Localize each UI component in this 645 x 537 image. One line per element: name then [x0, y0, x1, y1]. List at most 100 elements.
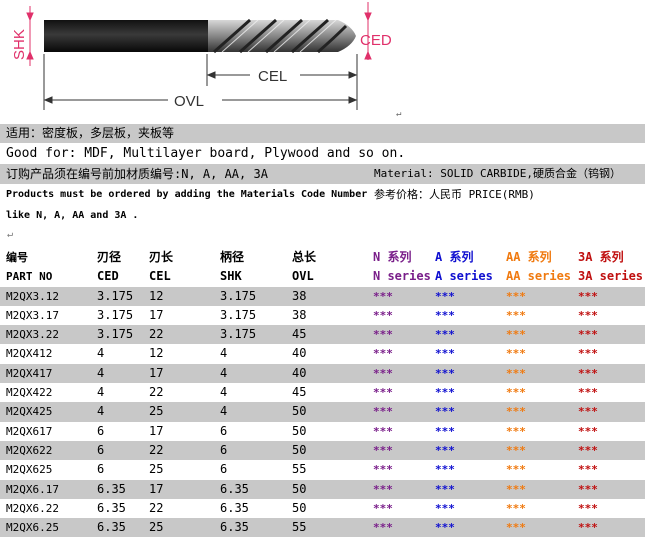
price-stars: *** — [373, 424, 393, 438]
spec-cell: 40 — [292, 365, 307, 380]
price-stars: *** — [506, 328, 526, 342]
svg-text:↵: ↵ — [396, 109, 401, 119]
spec-cell: 17 — [149, 481, 164, 496]
price-stars: *** — [373, 347, 393, 361]
spec-cell: 17 — [149, 365, 164, 380]
table-row: M2QX422 4 22 4 45 *** *** *** *** — [0, 383, 645, 402]
table-row: M2QX622 6 22 6 50 *** *** *** *** — [0, 440, 645, 461]
order-en-row-1: Products must be ordered by adding the M… — [0, 186, 645, 206]
order-cn: 订购产品须在编号前加材质编号:N, A, AA, 3A — [6, 167, 268, 181]
price-stars: *** — [578, 347, 598, 361]
spec-cell: 4 — [220, 404, 228, 419]
spec-cell: 4 — [97, 385, 105, 400]
price-stars: *** — [435, 482, 455, 496]
part-no-cell: M2QX622 — [6, 443, 53, 457]
spec-cell: 3.175 — [220, 307, 257, 322]
spec-cell: 4 — [97, 346, 105, 361]
price-stars: *** — [506, 482, 526, 496]
shk-label: SHK — [11, 29, 28, 60]
col-header: 编号 — [6, 251, 28, 264]
price-stars: *** — [373, 328, 393, 342]
spec-cell: 4 — [97, 365, 105, 380]
col-header: CEL — [149, 269, 171, 284]
table-row: M2QX617 6 17 6 50 *** *** *** *** — [0, 422, 645, 441]
part-no-cell: M2QX425 — [6, 405, 53, 419]
price-stars: *** — [435, 424, 455, 438]
table-row: M2QX6.17 6.35 17 6.35 50 *** *** *** *** — [0, 479, 645, 499]
col-header: N 系列 — [373, 250, 412, 264]
spec-cell: 55 — [292, 462, 307, 477]
col-header: 3A 系列 — [578, 250, 624, 264]
order-en-row-2: like N, A, AA and 3A . — [0, 206, 645, 226]
price-stars: *** — [578, 424, 598, 438]
spec-cell: 3.175 — [97, 307, 134, 322]
price-stars: *** — [578, 443, 598, 457]
price-stars: *** — [435, 347, 455, 361]
ovl-label: OVL — [174, 93, 204, 110]
table-header-cn: 编号 刃径 刃长 柄径 总长 N 系列 A 系列 AA 系列 3A 系列 — [0, 248, 645, 267]
table-row: M2QX3.22 3.175 22 3.175 45 *** *** *** *** — [0, 325, 645, 345]
part-no-cell: M2QX6.25 — [6, 521, 59, 535]
part-no-cell: M2QX412 — [6, 347, 53, 361]
usage-cn: 适用：密度板，多层板，夹板等 — [6, 126, 175, 140]
spec-cell: 55 — [292, 520, 307, 535]
ced-dimension — [364, 2, 372, 60]
spec-cell: 45 — [292, 327, 307, 342]
spec-cell: 4 — [220, 385, 228, 400]
spec-cell: 17 — [149, 307, 164, 322]
spec-cell: 25 — [149, 404, 164, 419]
spec-cell: 6 — [220, 423, 228, 438]
table-row: M2QX3.12 3.175 12 3.175 38 *** *** *** *** — [0, 286, 645, 306]
spec-cell: 6 — [97, 442, 105, 457]
price-stars: *** — [506, 366, 526, 380]
col-header: PART NO — [6, 270, 53, 284]
part-no-cell: M2QX422 — [6, 386, 53, 400]
order-en-1: Products must be ordered by adding the M… — [6, 189, 368, 200]
price-stars: *** — [435, 366, 455, 380]
price-stars: *** — [578, 289, 598, 303]
price-stars: *** — [578, 328, 598, 342]
spec-cell: 40 — [292, 346, 307, 361]
price-stars: *** — [578, 405, 598, 419]
price-note: 参考价格：人民币 PRICE(RMB) — [374, 188, 535, 201]
spec-cell: 17 — [149, 423, 164, 438]
spec-cell: 50 — [292, 500, 307, 515]
spec-cell: 38 — [292, 307, 307, 322]
table-row: M2QX417 4 17 4 40 *** *** *** *** — [0, 363, 645, 384]
table-row: M2QX6.22 6.35 22 6.35 50 *** *** *** *** — [0, 499, 645, 518]
spec-cell: 22 — [149, 500, 164, 515]
price-stars: *** — [435, 521, 455, 535]
material-note: Material: SOLID CARBIDE,硬质合金（钨钢） — [374, 167, 621, 180]
price-stars: *** — [373, 386, 393, 400]
price-stars: *** — [435, 463, 455, 477]
spec-cell: 25 — [149, 520, 164, 535]
price-stars: *** — [373, 521, 393, 535]
spec-cell: 6.35 — [97, 500, 126, 515]
spec-cell: 38 — [292, 288, 307, 303]
part-no-cell: M2QX6.22 — [6, 501, 59, 515]
part-no-cell: M2QX617 — [6, 424, 53, 438]
price-stars: *** — [578, 463, 598, 477]
col-header: 刃径 — [97, 250, 122, 264]
spec-cell: 4 — [220, 365, 228, 380]
spec-cell: 22 — [149, 327, 164, 342]
spec-cell: 6 — [220, 442, 228, 457]
price-stars: *** — [373, 443, 393, 457]
drill-shank — [44, 20, 210, 52]
price-stars: *** — [578, 521, 598, 535]
spec-cell: 3.175 — [97, 327, 134, 342]
price-stars: *** — [506, 443, 526, 457]
price-stars: *** — [373, 482, 393, 496]
price-stars: *** — [578, 366, 598, 380]
price-stars: *** — [373, 289, 393, 303]
table-body: M2QX3.12 3.175 12 3.175 38 *** *** *** *** M2QX3.… — [0, 286, 645, 537]
usage-en: Good for: MDF, Multilayer board, Plywood… — [6, 146, 406, 161]
spec-cell: 50 — [292, 481, 307, 496]
price-stars: *** — [506, 463, 526, 477]
usage-cn-row: 适用：密度板，多层板，夹板等 — [0, 124, 645, 143]
spec-cell: 6 — [97, 423, 105, 438]
part-no-cell: M2QX3.17 — [6, 308, 59, 322]
price-stars: *** — [373, 405, 393, 419]
col-header: 刃长 — [149, 250, 174, 264]
part-no-cell: M2QX3.12 — [6, 289, 59, 303]
